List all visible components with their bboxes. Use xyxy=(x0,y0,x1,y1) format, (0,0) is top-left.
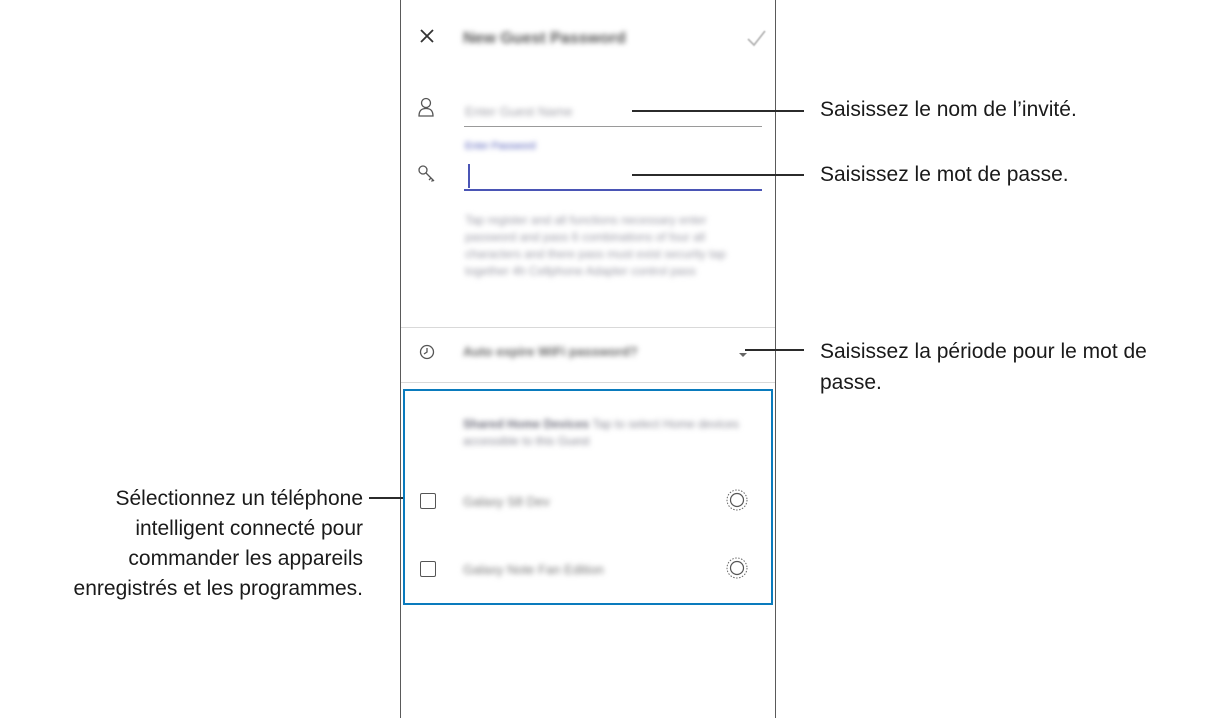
divider-bottom xyxy=(401,382,775,383)
password-input[interactable] xyxy=(464,189,762,191)
annotation-period: Saisissez la période pour le mot de pass… xyxy=(820,336,1147,398)
password-label: Enter Password xyxy=(465,141,536,152)
password-cursor xyxy=(468,164,470,188)
leader-password xyxy=(632,174,804,176)
leader-guest-name xyxy=(632,110,804,112)
annotation-password: Saisissez le mot de passe. xyxy=(820,163,1069,186)
confirm-check-icon[interactable] xyxy=(745,27,767,49)
leader-select xyxy=(369,497,403,499)
leader-period xyxy=(745,349,804,351)
annotation-guest-name: Saisissez le nom de l’invité. xyxy=(820,98,1077,121)
close-icon[interactable] xyxy=(417,26,437,46)
divider-top xyxy=(401,327,775,328)
guest-name-underline xyxy=(464,126,762,127)
annotation-select-line2: intelligent connecté pour xyxy=(135,517,363,540)
annotation-period-line1: Saisissez la période pour le mot de xyxy=(820,340,1147,363)
guest-name-input[interactable]: Enter Guest Name xyxy=(465,104,573,119)
dialog-title: New Guest Password xyxy=(463,30,626,47)
annotation-select-line4: enregistrés et les programmes. xyxy=(73,577,363,600)
devices-highlight-box xyxy=(403,389,773,605)
annotation-select-line1: Sélectionnez un téléphone xyxy=(115,487,363,510)
annotation-period-line2: passe. xyxy=(820,371,882,394)
key-icon xyxy=(416,163,438,185)
annotation-select-line3: commander les appareils xyxy=(128,547,363,570)
person-icon xyxy=(416,96,436,118)
clock-icon xyxy=(418,343,436,361)
info-text: Tap register and all functions necessary… xyxy=(465,213,726,278)
annotation-select: Sélectionnez un téléphone intelligent co… xyxy=(74,484,363,604)
expiry-dropdown[interactable]: Auto expire WiFi password? xyxy=(463,344,638,359)
phone-screen: New Guest Password Enter Guest Name Ente… xyxy=(400,0,776,718)
